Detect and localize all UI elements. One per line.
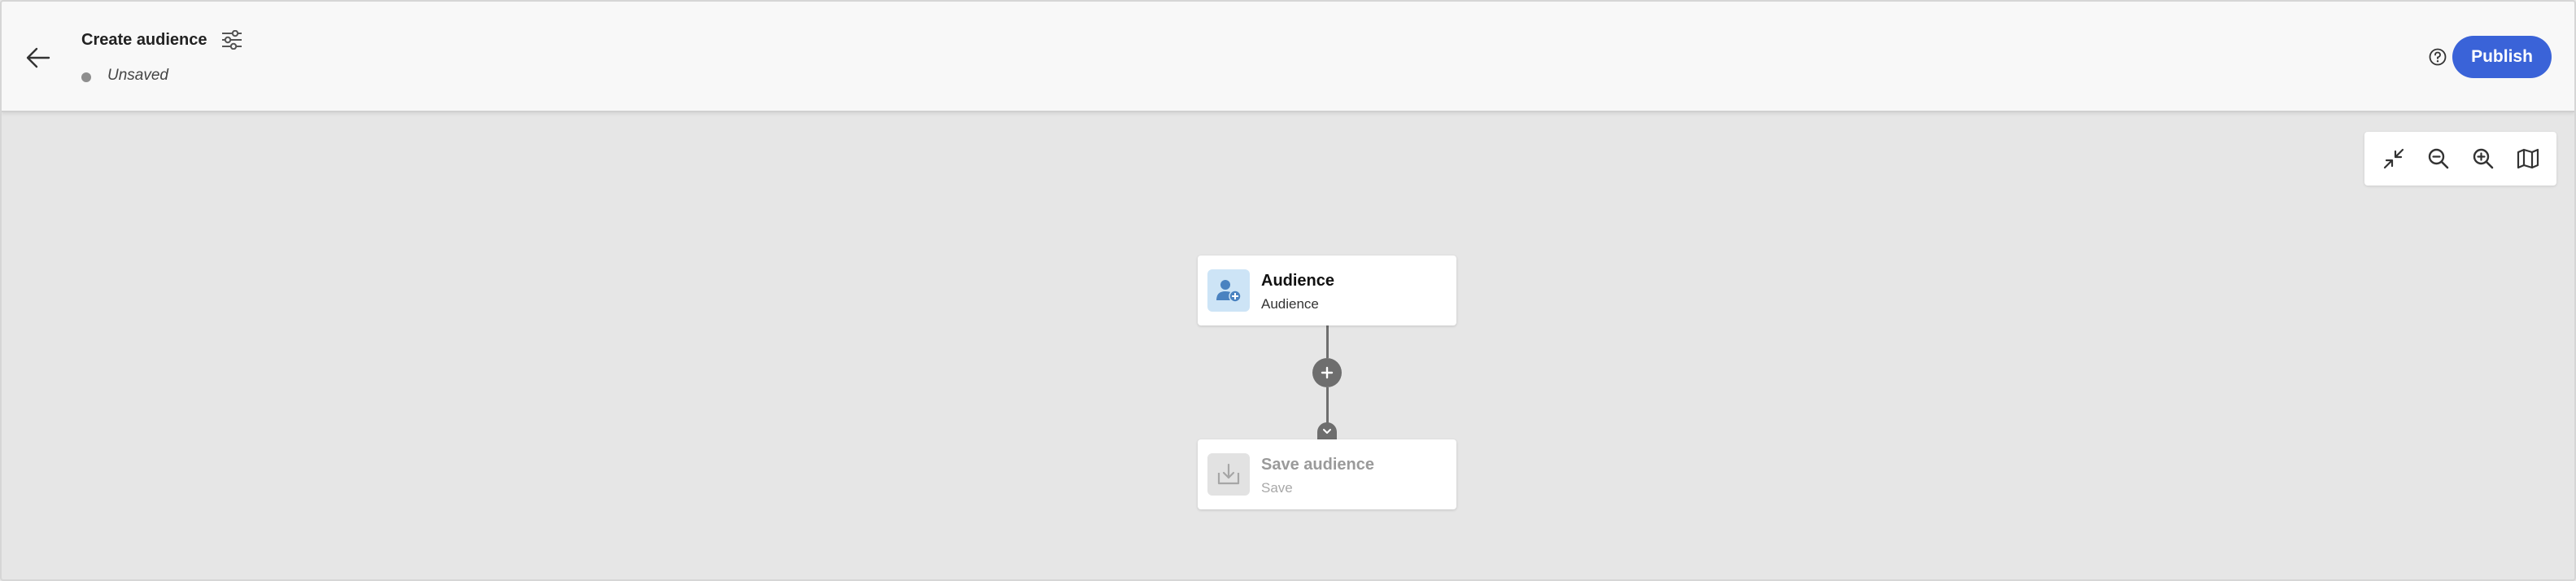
zoom-out-icon xyxy=(2428,148,2448,169)
node-title: Save audience xyxy=(1261,456,1374,474)
add-step-button[interactable] xyxy=(1312,358,1342,387)
connector-line-bottom xyxy=(1326,387,1329,423)
settings-button[interactable] xyxy=(218,26,246,54)
node-subtitle: Save xyxy=(1261,480,1293,496)
save-download-icon xyxy=(1217,463,1240,485)
node-connector-handle[interactable] xyxy=(1317,422,1337,439)
plus-icon xyxy=(1321,366,1334,379)
save-node-icon-tile xyxy=(1207,453,1250,496)
sliders-icon xyxy=(222,30,242,50)
node-subtitle: Audience xyxy=(1261,296,1319,312)
connector-line-top xyxy=(1326,325,1329,358)
zoom-out-button[interactable] xyxy=(2421,141,2456,177)
chevron-down-icon xyxy=(1323,428,1331,434)
status-dot xyxy=(81,72,91,82)
help-button[interactable] xyxy=(2428,47,2447,67)
collapse-icon xyxy=(2383,148,2404,169)
publish-button[interactable]: Publish xyxy=(2452,36,2552,78)
back-button[interactable] xyxy=(20,39,57,76)
audience-add-icon xyxy=(1216,280,1242,303)
arrow-left-icon xyxy=(26,47,50,68)
zoom-toolbar xyxy=(2364,132,2556,186)
collapse-button[interactable] xyxy=(2376,141,2412,177)
node-audience[interactable]: Audience Audience xyxy=(1198,256,1456,325)
help-circle-icon xyxy=(2429,48,2447,66)
page-title: Create audience xyxy=(81,31,207,49)
audience-node-icon-tile xyxy=(1207,269,1250,312)
zoom-in-icon xyxy=(2473,148,2493,169)
app-window: Create audience Unsaved Publish Audience… xyxy=(0,0,2576,581)
minimap-button[interactable] xyxy=(2510,141,2546,177)
zoom-in-button[interactable] xyxy=(2465,141,2501,177)
node-save-audience[interactable]: Save audience Save xyxy=(1198,439,1456,509)
status-label: Unsaved xyxy=(107,67,168,84)
header-bar: Create audience Unsaved Publish xyxy=(2,2,2574,112)
node-title: Audience xyxy=(1261,272,1335,290)
map-icon xyxy=(2517,148,2539,169)
